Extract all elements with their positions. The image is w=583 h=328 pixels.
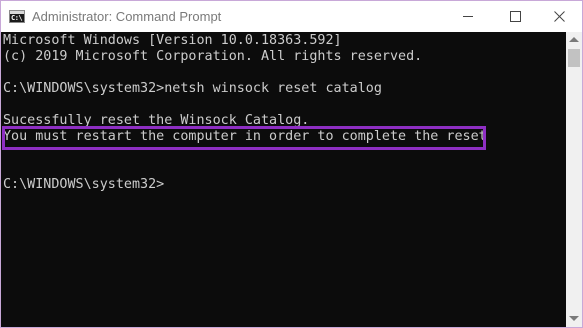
command-prompt-icon[interactable]: C:\: [9, 10, 25, 23]
scroll-up-icon[interactable]: [569, 37, 579, 42]
command-prompt-icon-glyph: C:\: [11, 14, 23, 22]
command-prompt-window: C:\ Administrator: Command Prompt Micros…: [0, 0, 583, 328]
maximize-button[interactable]: [492, 1, 538, 32]
maximize-icon: [510, 11, 521, 22]
minimize-button[interactable]: [446, 1, 492, 32]
console-line-copyright: (c) 2019 Microsoft Corporation. All righ…: [3, 49, 423, 64]
window-title: Administrator: Command Prompt: [32, 9, 222, 24]
minimize-icon: [463, 16, 473, 17]
title-bar[interactable]: C:\ Administrator: Command Prompt: [1, 1, 582, 32]
highlight-box: [2, 126, 486, 150]
scroll-thumb[interactable]: [568, 49, 580, 67]
close-button[interactable]: [537, 1, 582, 32]
console-line-command: C:\WINDOWS\system32>netsh winsock reset …: [3, 81, 382, 96]
console-line-prompt: C:\WINDOWS\system32>: [3, 177, 165, 192]
scroll-down-icon[interactable]: [569, 316, 579, 321]
vertical-scrollbar[interactable]: [566, 32, 582, 327]
close-icon: [554, 11, 565, 22]
console-output[interactable]: Microsoft Windows [Version 10.0.18363.59…: [1, 32, 566, 327]
console-line-version: Microsoft Windows [Version 10.0.18363.59…: [3, 33, 342, 48]
